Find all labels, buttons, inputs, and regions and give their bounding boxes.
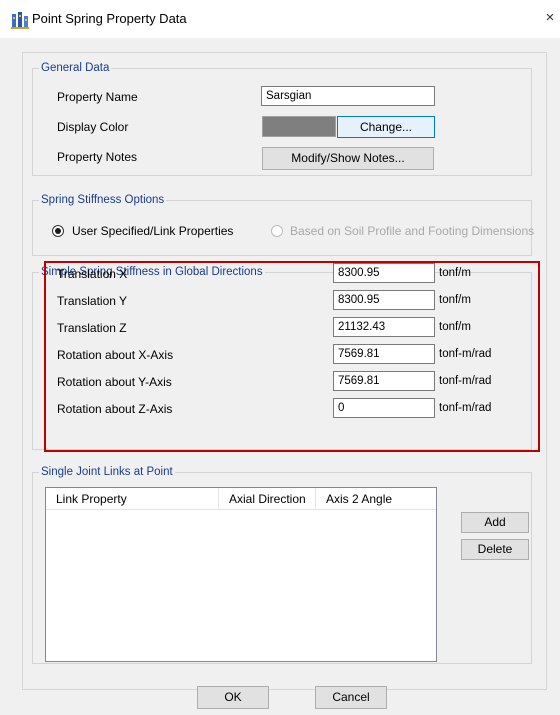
add-link-button[interactable]: Add: [461, 512, 529, 533]
stiffness-options-legend: Spring Stiffness Options: [39, 193, 167, 207]
user-specified-label[interactable]: User Specified/Link Properties: [72, 224, 233, 238]
soil-profile-label: Based on Soil Profile and Footing Dimens…: [290, 224, 535, 238]
close-icon[interactable]: ×: [541, 9, 559, 27]
radio-soil-profile[interactable]: [271, 225, 283, 237]
app-icon: [11, 12, 29, 29]
column-header-axial-direction[interactable]: Axial Direction: [219, 488, 316, 510]
general-data-legend: General Data: [39, 61, 112, 75]
links-table[interactable]: Link Property Axial Direction Axis 2 Ang…: [45, 487, 437, 662]
column-header-axis2-angle[interactable]: Axis 2 Angle: [316, 488, 436, 510]
property-name-input[interactable]: Sarsgian: [261, 86, 435, 106]
property-name-label: Property Name: [57, 90, 138, 104]
delete-link-button[interactable]: Delete: [461, 539, 529, 560]
red-highlight-box: [44, 261, 540, 452]
cancel-button[interactable]: Cancel: [315, 686, 387, 709]
display-color-label: Display Color: [57, 120, 129, 134]
column-header-link-property[interactable]: Link Property: [46, 488, 219, 510]
radio-user-specified[interactable]: [52, 225, 64, 237]
change-color-button[interactable]: Change...: [337, 116, 435, 138]
title-bar: Point Spring Property Data ×: [0, 0, 560, 38]
window-title: Point Spring Property Data: [32, 11, 187, 26]
ok-button[interactable]: OK: [197, 686, 269, 709]
property-notes-label: Property Notes: [57, 150, 138, 164]
joint-links-legend: Single Joint Links at Point: [39, 465, 175, 479]
display-color-swatch: [262, 116, 336, 137]
modify-notes-button[interactable]: Modify/Show Notes...: [262, 147, 434, 170]
